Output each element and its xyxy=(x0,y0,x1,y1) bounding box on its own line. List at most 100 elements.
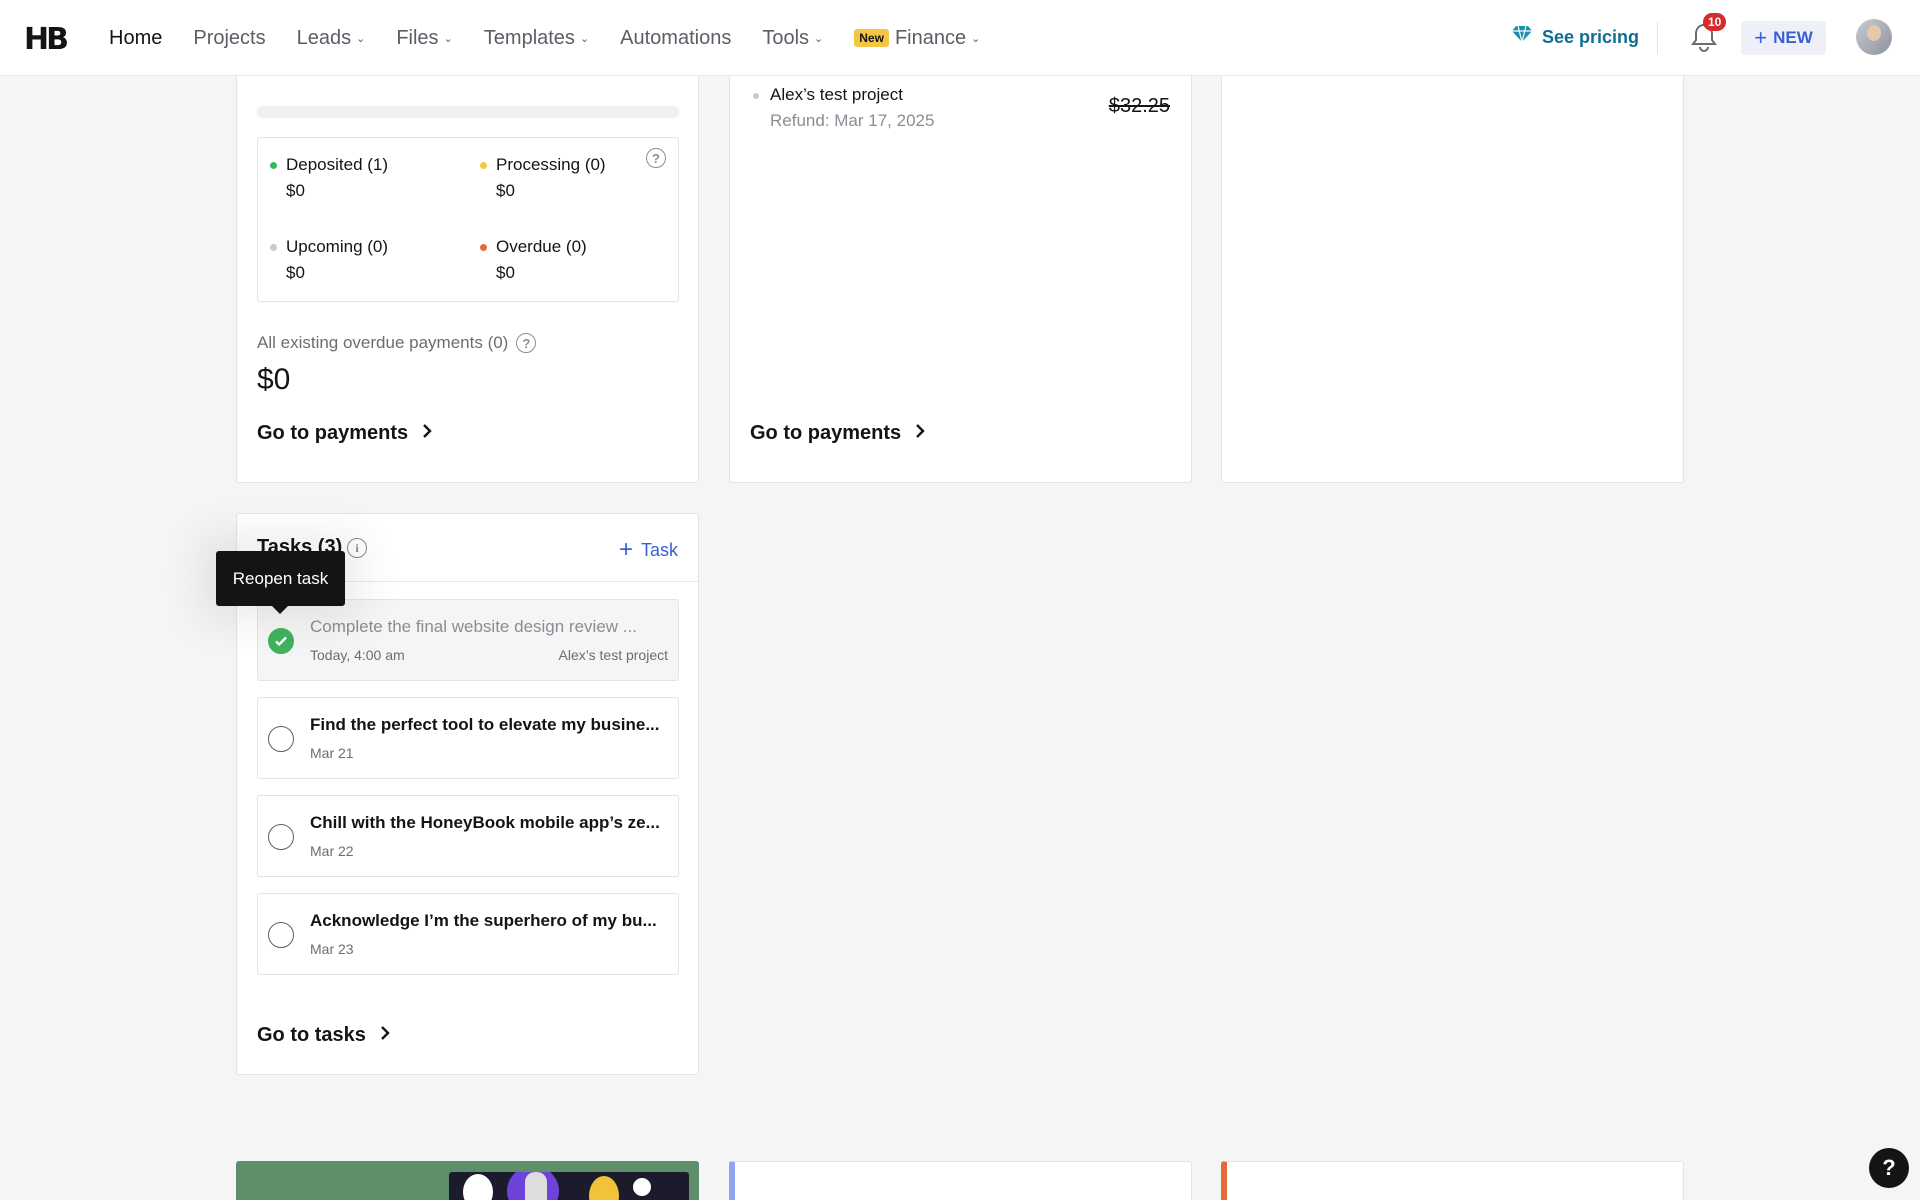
task-item[interactable]: Complete the final website design review… xyxy=(257,599,679,681)
stat-label: Upcoming (0) xyxy=(286,237,389,256)
nav-item-projects[interactable]: Projects xyxy=(193,27,265,50)
task-title: Chill with the HoneyBook mobile app’s ze… xyxy=(310,813,660,832)
promo-illustration xyxy=(449,1172,689,1200)
checkmark-icon[interactable] xyxy=(268,628,294,654)
chevron-down-icon: ⌄ xyxy=(814,32,824,45)
task-date: Mar 23 xyxy=(310,941,354,957)
plus-icon: + xyxy=(1754,25,1768,50)
stat-value: $0 xyxy=(286,263,305,282)
link-label: Go to tasks xyxy=(257,1024,366,1046)
shape xyxy=(525,1172,547,1200)
nav-item-automations[interactable]: Automations xyxy=(620,27,731,50)
nav-item-home[interactable]: Home xyxy=(109,27,162,50)
task-title: Acknowledge I’m the superhero of my bu..… xyxy=(310,911,657,930)
overdue-label-text: All existing overdue payments (0) xyxy=(257,333,509,352)
chevron-down-icon: ⌄ xyxy=(443,32,453,45)
go-to-tasks-link[interactable]: Go to tasks xyxy=(257,1024,390,1047)
add-task-button[interactable]: + Task xyxy=(619,536,678,564)
payments-progress-bar xyxy=(257,106,679,118)
link-label: Go to payments xyxy=(750,422,902,444)
nav-item-templates[interactable]: Templates ⌄ xyxy=(484,27,589,50)
task-item[interactable]: Find the perfect tool to elevate my busi… xyxy=(257,697,679,779)
stat-value: $0 xyxy=(496,263,515,282)
task-date: Mar 21 xyxy=(310,745,354,761)
task-project: Alex’s test project xyxy=(558,647,668,663)
task-item[interactable]: Chill with the HoneyBook mobile app’s ze… xyxy=(257,795,679,877)
nav-item-leads[interactable]: Leads ⌄ xyxy=(297,27,366,50)
stat-processing: Processing (0) $0 xyxy=(480,155,606,201)
nav-label: Leads xyxy=(296,26,352,49)
refund-amount: $32.25 xyxy=(1108,95,1170,117)
new-button-label: NEW xyxy=(1773,28,1813,47)
add-task-label: Task xyxy=(640,539,678,560)
info-card[interactable] xyxy=(1221,1161,1684,1200)
go-to-payments-link[interactable]: Go to payments xyxy=(257,422,432,445)
chevron-down-icon: ⌄ xyxy=(971,32,981,45)
circle-checkbox-icon[interactable] xyxy=(268,824,294,850)
see-pricing-label: See pricing xyxy=(1542,26,1640,47)
overdue-payments-value: $0 xyxy=(257,363,291,396)
new-button[interactable]: + NEW xyxy=(1741,21,1826,55)
nav-label: Automations xyxy=(620,26,732,49)
nav-label: Home xyxy=(109,26,163,49)
status-dot xyxy=(753,93,759,99)
shape xyxy=(589,1176,619,1200)
stat-value: $0 xyxy=(286,181,305,200)
status-dot xyxy=(480,161,487,169)
chevron-right-icon xyxy=(915,423,925,444)
circle-checkbox-icon[interactable] xyxy=(268,726,294,752)
divider xyxy=(1657,22,1658,54)
task-date: Today, 4:00 am xyxy=(310,647,405,663)
status-dot xyxy=(270,161,277,169)
see-pricing-link[interactable]: See pricing xyxy=(1512,25,1639,49)
chevron-right-icon xyxy=(380,1025,390,1046)
stat-label: Overdue (0) xyxy=(496,237,587,256)
nav-label: Templates xyxy=(483,26,575,49)
plus-icon: + xyxy=(618,536,633,563)
nav-label: Files xyxy=(396,26,439,49)
nav-item-files[interactable]: Files ⌄ xyxy=(396,27,452,50)
promo-card[interactable] xyxy=(236,1161,699,1200)
stat-deposited: Deposited (1) $0 xyxy=(270,155,388,201)
top-navigation-bar: HB Home Projects Leads ⌄ Files ⌄ Templates… xyxy=(0,0,1920,76)
stat-overdue: Overdue (0) $0 xyxy=(480,237,587,283)
main-nav: Home Projects Leads ⌄ Files ⌄ Templates ⌄ A… xyxy=(109,0,1011,76)
stat-label: Deposited (1) xyxy=(286,155,389,174)
stat-upcoming: Upcoming (0) $0 xyxy=(270,237,388,283)
help-circle-icon[interactable]: ? xyxy=(516,333,537,353)
info-icon[interactable]: i xyxy=(347,538,367,558)
shape xyxy=(633,1178,651,1196)
task-date: Mar 22 xyxy=(310,843,354,859)
chevron-down-icon: ⌄ xyxy=(579,32,590,45)
list-item[interactable]: Alex’s test project Refund: Mar 17, 2025… xyxy=(750,85,1170,131)
avatar[interactable] xyxy=(1856,19,1892,55)
chevron-right-icon xyxy=(422,423,432,444)
info-card[interactable] xyxy=(729,1161,1192,1200)
nav-label: Finance xyxy=(894,26,967,49)
nav-item-tools[interactable]: Tools ⌄ xyxy=(762,27,823,50)
status-dot xyxy=(480,243,487,251)
stat-label: Processing (0) xyxy=(496,155,606,174)
chevron-down-icon: ⌄ xyxy=(356,32,366,45)
help-button[interactable]: ? xyxy=(1869,1148,1909,1188)
go-to-payments-link[interactable]: Go to payments xyxy=(750,422,925,445)
diamond-icon xyxy=(1512,25,1532,49)
notification-count-badge: 10 xyxy=(1703,13,1727,31)
shape xyxy=(463,1174,493,1200)
nav-label: Tools xyxy=(762,26,810,49)
nav-label: Projects xyxy=(193,26,266,49)
payments-stats-box: Deposited (1) $0 Processing (0) $0 Upcom… xyxy=(257,137,679,302)
task-item[interactable]: Acknowledge I’m the superhero of my bu..… xyxy=(257,893,679,975)
overdue-payments-label: All existing overdue payments (0) ? xyxy=(257,333,537,353)
reopen-task-tooltip: Reopen task xyxy=(216,551,345,614)
task-title: Find the perfect tool to elevate my busi… xyxy=(310,715,660,734)
task-title: Complete the final website design review… xyxy=(310,617,637,636)
nav-item-finance[interactable]: New Finance ⌄ xyxy=(854,27,980,50)
help-circle-icon[interactable]: ? xyxy=(646,148,666,168)
stat-value: $0 xyxy=(496,181,515,200)
status-dot xyxy=(270,243,277,251)
honeybook-logo[interactable]: HB xyxy=(24,22,69,57)
link-label: Go to payments xyxy=(257,422,409,444)
new-badge: New xyxy=(854,29,889,47)
circle-checkbox-icon[interactable] xyxy=(268,922,294,948)
